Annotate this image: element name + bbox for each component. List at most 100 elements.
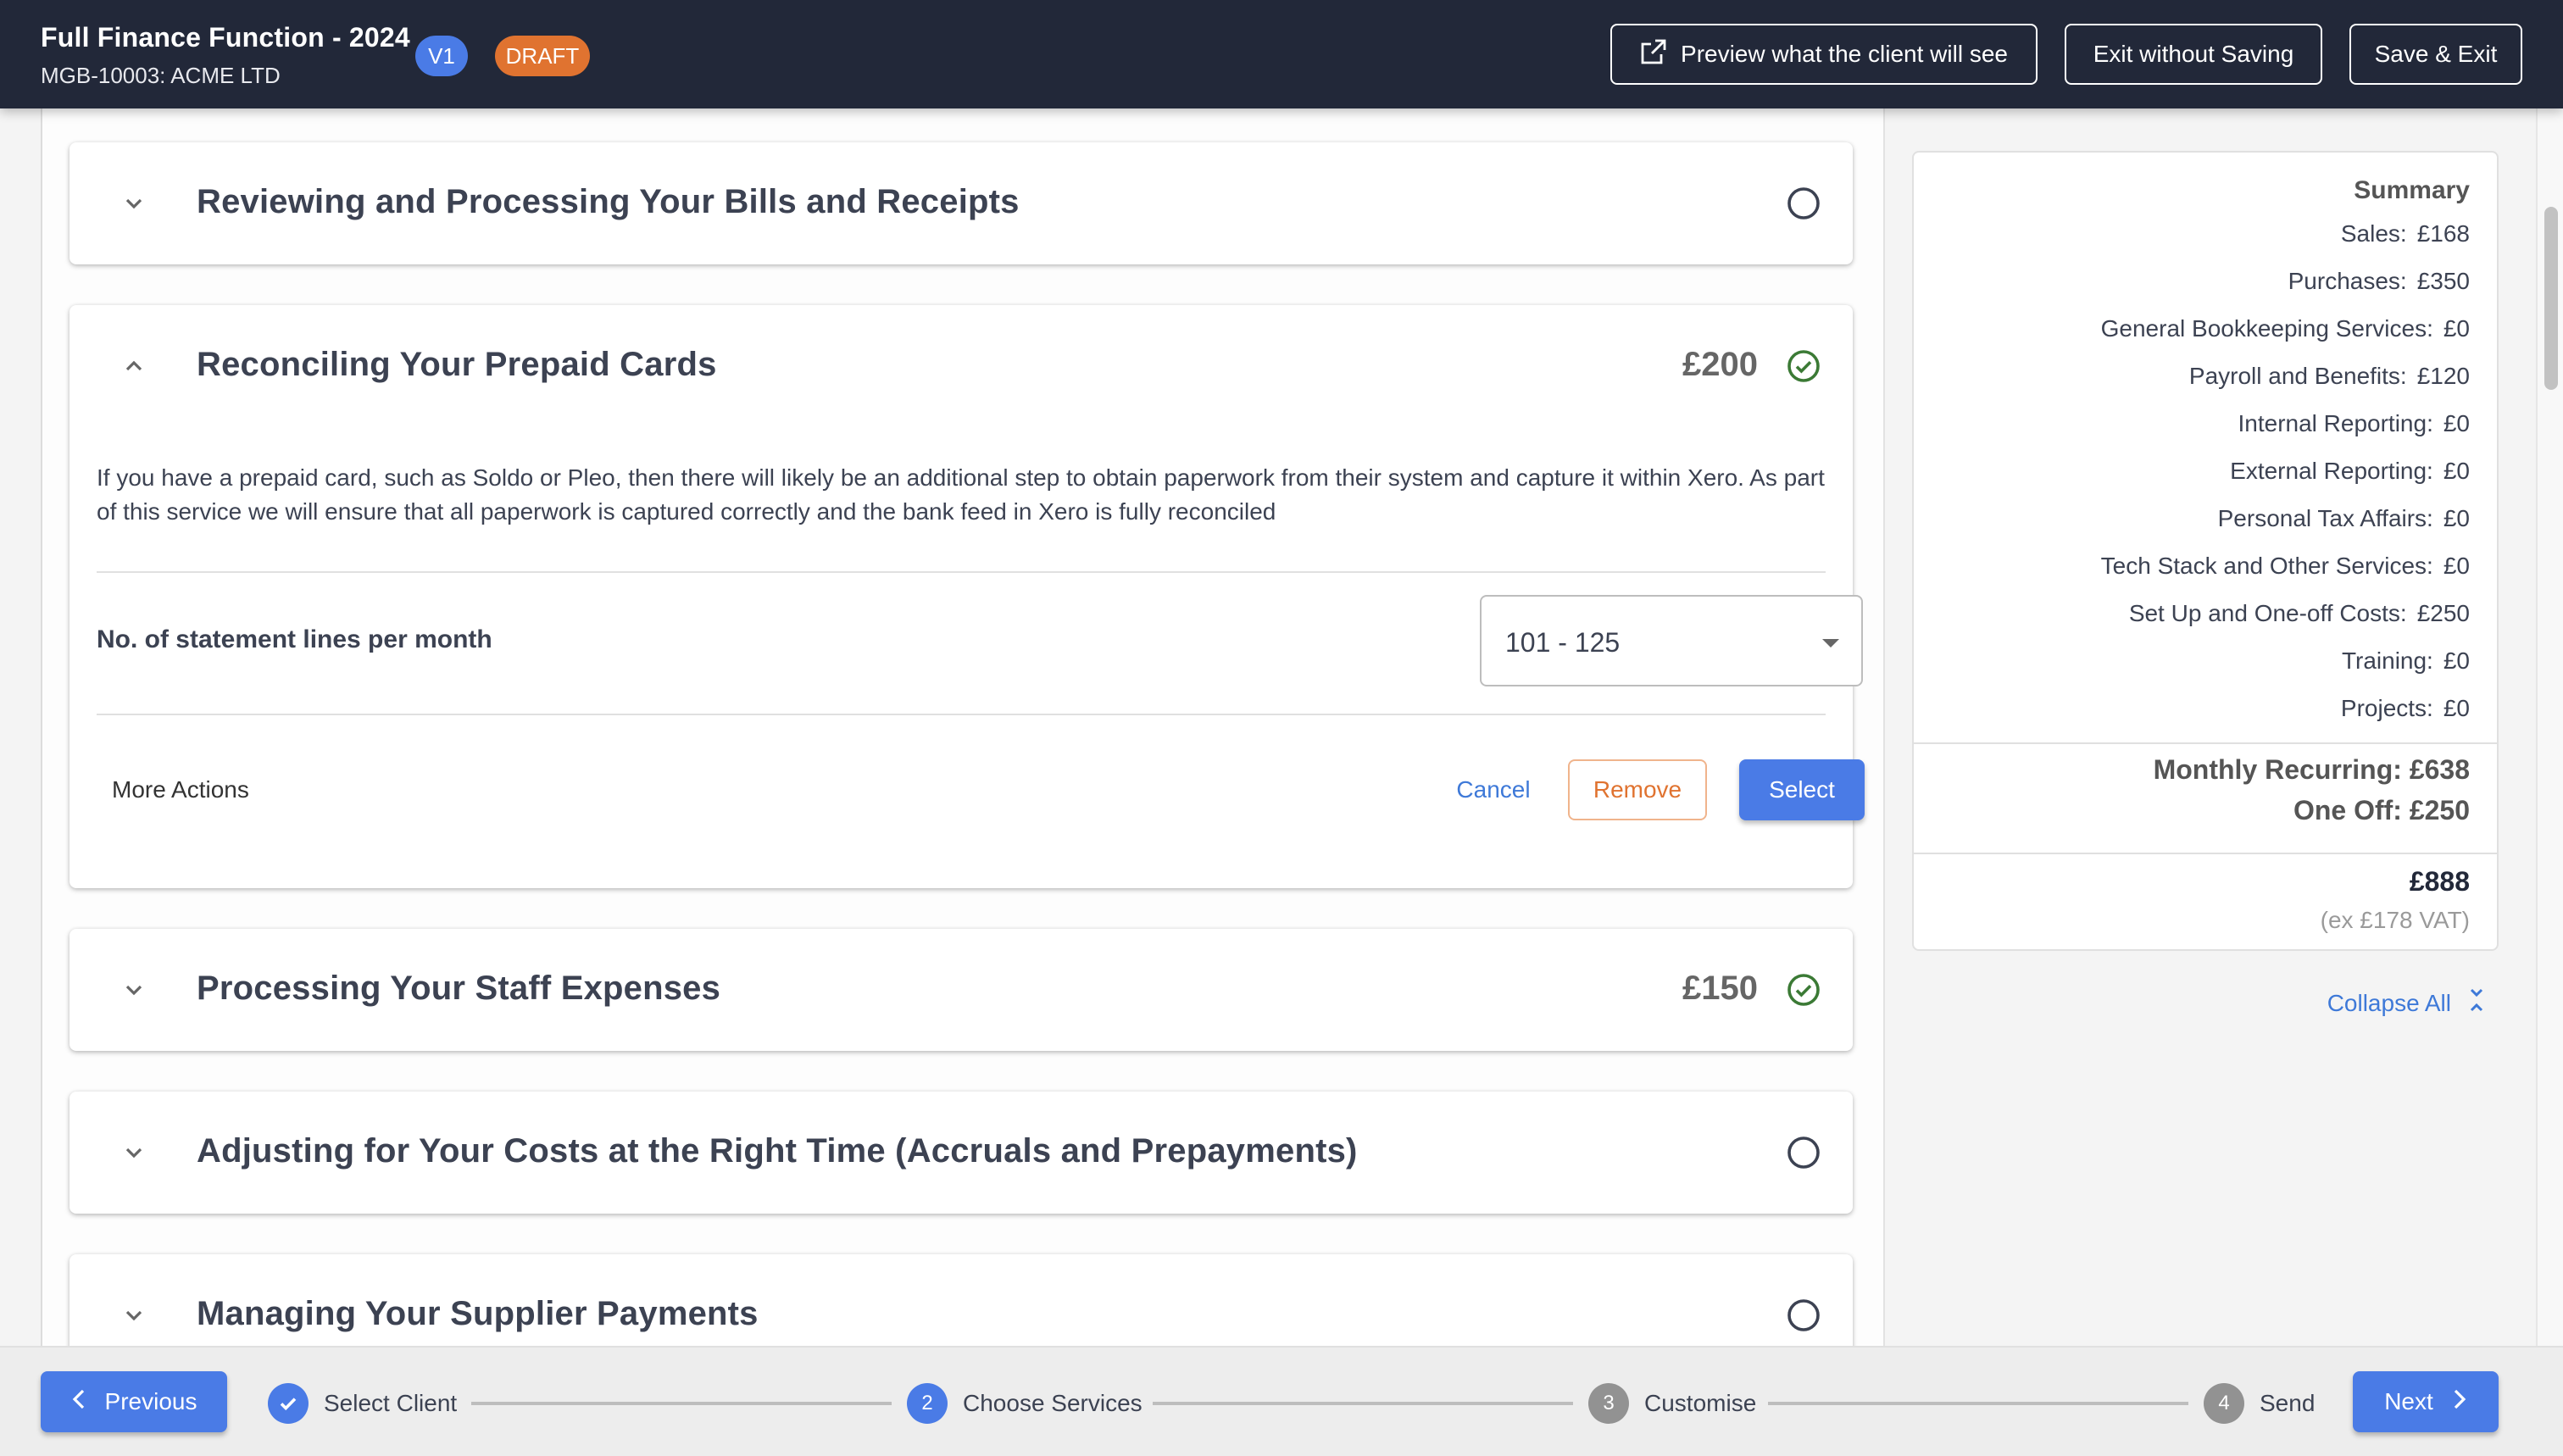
service-card-header[interactable]: Managing Your Supplier Payments xyxy=(69,1254,1853,1346)
preview-label: Preview what the client will see xyxy=(1681,41,2008,67)
divider xyxy=(97,571,1826,573)
grand-total: £888 xyxy=(2409,866,2470,897)
exit-without-saving-button[interactable]: Exit without Saving xyxy=(2065,24,2322,85)
statement-lines-select[interactable]: 101 - 125 xyxy=(1480,595,1863,686)
step-send[interactable]: 4 Send xyxy=(2204,1383,2315,1424)
dropdown-caret-icon xyxy=(1822,639,1839,647)
services-list[interactable]: Reviewing and Processing Your Bills and … xyxy=(42,108,1885,1346)
service-card: Processing Your Staff Expenses £150 xyxy=(69,929,1853,1051)
summary-amount: £0 xyxy=(2443,647,2470,674)
service-title: Processing Your Staff Expenses xyxy=(197,970,721,1007)
summary-amount: £0 xyxy=(2443,458,2470,484)
collapse-all-label: Collapse All xyxy=(2327,989,2451,1016)
service-title: Adjusting for Your Costs at the Right Ti… xyxy=(197,1132,1358,1170)
one-off-total: One Off: £250 xyxy=(2293,795,2470,825)
step-label: Customise xyxy=(1644,1390,1757,1416)
step-label: Choose Services xyxy=(963,1390,1143,1416)
summary-row: General Bookkeeping Services: £0 xyxy=(2101,315,2470,342)
summary-amount: £0 xyxy=(2443,553,2470,579)
left-gutter xyxy=(0,108,42,1346)
scrollbar-thumb[interactable] xyxy=(2544,207,2558,390)
top-header: Full Finance Function - 2024 MGB-10003: … xyxy=(0,0,2563,108)
service-card-header[interactable]: Reconciling Your Prepaid Cards £200 xyxy=(69,305,1853,427)
preview-client-view-button[interactable]: Preview what the client will see xyxy=(1610,24,2038,85)
version-badge: V1 xyxy=(415,36,468,76)
summary-title: Summary xyxy=(2354,176,2470,204)
summary-amount: £0 xyxy=(2443,505,2470,531)
unselected-circle-icon[interactable] xyxy=(1787,186,1821,220)
chevron-left-icon xyxy=(71,1388,88,1415)
summary-label: Training: xyxy=(2341,647,2433,674)
summary-row: Training: £0 xyxy=(2342,647,2470,675)
service-description: If you have a prepaid card, such as Sold… xyxy=(97,464,1825,525)
step-select-client[interactable]: Select Client xyxy=(268,1383,457,1424)
service-card: Reviewing and Processing Your Bills and … xyxy=(69,142,1853,264)
select-button[interactable]: Select xyxy=(1739,759,1865,820)
check-circle-icon[interactable] xyxy=(1787,349,1821,383)
collapse-icon xyxy=(2468,986,2485,1020)
unselected-circle-icon[interactable] xyxy=(1787,1298,1821,1332)
more-actions-link[interactable]: More Actions xyxy=(112,776,249,803)
summary-row: External Reporting: £0 xyxy=(2230,458,2470,485)
summary-amount: £0 xyxy=(2443,410,2470,436)
previous-label: Previous xyxy=(104,1388,197,1414)
service-title: Managing Your Supplier Payments xyxy=(197,1295,759,1332)
chevron-up-icon[interactable] xyxy=(120,353,147,380)
summary-label: Sales: xyxy=(2340,220,2407,247)
divider xyxy=(97,714,1826,715)
step-number: 3 xyxy=(1588,1383,1629,1424)
divider xyxy=(1914,853,2497,854)
service-card-header[interactable]: Adjusting for Your Costs at the Right Ti… xyxy=(69,1092,1853,1214)
remove-button[interactable]: Remove xyxy=(1568,759,1707,820)
save-and-exit-button[interactable]: Save & Exit xyxy=(2349,24,2522,85)
service-card-expanded: Reconciling Your Prepaid Cards £200 If y… xyxy=(69,305,1865,888)
summary-row: Tech Stack and Other Services: £0 xyxy=(2101,553,2470,580)
status-badge: DRAFT xyxy=(495,36,590,76)
summary-label: Tech Stack and Other Services: xyxy=(2100,553,2433,579)
divider xyxy=(1914,742,2497,744)
step-choose-services[interactable]: 2 Choose Services xyxy=(907,1383,1143,1424)
summary-row: Set Up and One-off Costs: £250 xyxy=(2129,600,2470,627)
summary-label: Personal Tax Affairs: xyxy=(2217,505,2433,531)
summary-row: Purchases: £350 xyxy=(2288,268,2470,295)
unselected-circle-icon[interactable] xyxy=(1787,1136,1821,1170)
chevron-down-icon[interactable] xyxy=(120,190,147,217)
step-customise[interactable]: 3 Customise xyxy=(1588,1383,1756,1424)
chevron-down-icon[interactable] xyxy=(120,1302,147,1329)
summary-amount: £350 xyxy=(2416,268,2470,294)
summary-row: Payroll and Benefits: £120 xyxy=(2189,363,2470,390)
service-card-header[interactable]: Reviewing and Processing Your Bills and … xyxy=(69,142,1853,264)
summary-label: Projects: xyxy=(2340,695,2433,721)
scrollbar[interactable] xyxy=(2536,108,2563,1346)
chevron-down-icon[interactable] xyxy=(120,1139,147,1166)
service-title: Reviewing and Processing Your Bills and … xyxy=(197,183,1020,220)
service-card-header[interactable]: Processing Your Staff Expenses £150 xyxy=(69,929,1853,1051)
summary-label: Set Up and One-off Costs: xyxy=(2128,600,2407,626)
step-label: Send xyxy=(2260,1390,2316,1416)
select-value: 101 - 125 xyxy=(1505,627,1621,658)
summary-label: External Reporting: xyxy=(2230,458,2433,484)
summary-panel: Summary Sales: £168 Purchases: £350 Genera… xyxy=(1885,108,2536,1346)
client-reference: MGB-10003: ACME LTD xyxy=(41,63,281,88)
service-price: £150 xyxy=(1682,970,1758,1007)
summary-amount: £0 xyxy=(2443,315,2470,342)
step-connector xyxy=(1768,1402,2188,1405)
summary-amount: £120 xyxy=(2416,363,2470,389)
step-connector xyxy=(471,1402,892,1405)
cancel-button[interactable]: Cancel xyxy=(1443,759,1544,820)
service-title: Reconciling Your Prepaid Cards xyxy=(197,346,717,383)
proposal-title: Full Finance Function - 2024 xyxy=(41,22,410,53)
summary-row: Internal Reporting: £0 xyxy=(2238,410,2470,437)
summary-row: Projects: £0 xyxy=(2341,695,2470,722)
next-button[interactable]: Next xyxy=(2353,1371,2499,1432)
summary-label: General Bookkeeping Services: xyxy=(2100,315,2433,342)
check-circle-icon[interactable] xyxy=(1787,973,1821,1007)
summary-amount: £168 xyxy=(2416,220,2470,247)
step-number: 2 xyxy=(907,1383,948,1424)
chevron-down-icon[interactable] xyxy=(120,976,147,1003)
chevron-right-icon xyxy=(2450,1388,2467,1415)
summary-label: Purchases: xyxy=(2288,268,2407,294)
statement-lines-label: No. of statement lines per month xyxy=(97,625,492,653)
previous-button[interactable]: Previous xyxy=(41,1371,227,1432)
collapse-all-button[interactable]: Collapse All xyxy=(2327,986,2485,1020)
